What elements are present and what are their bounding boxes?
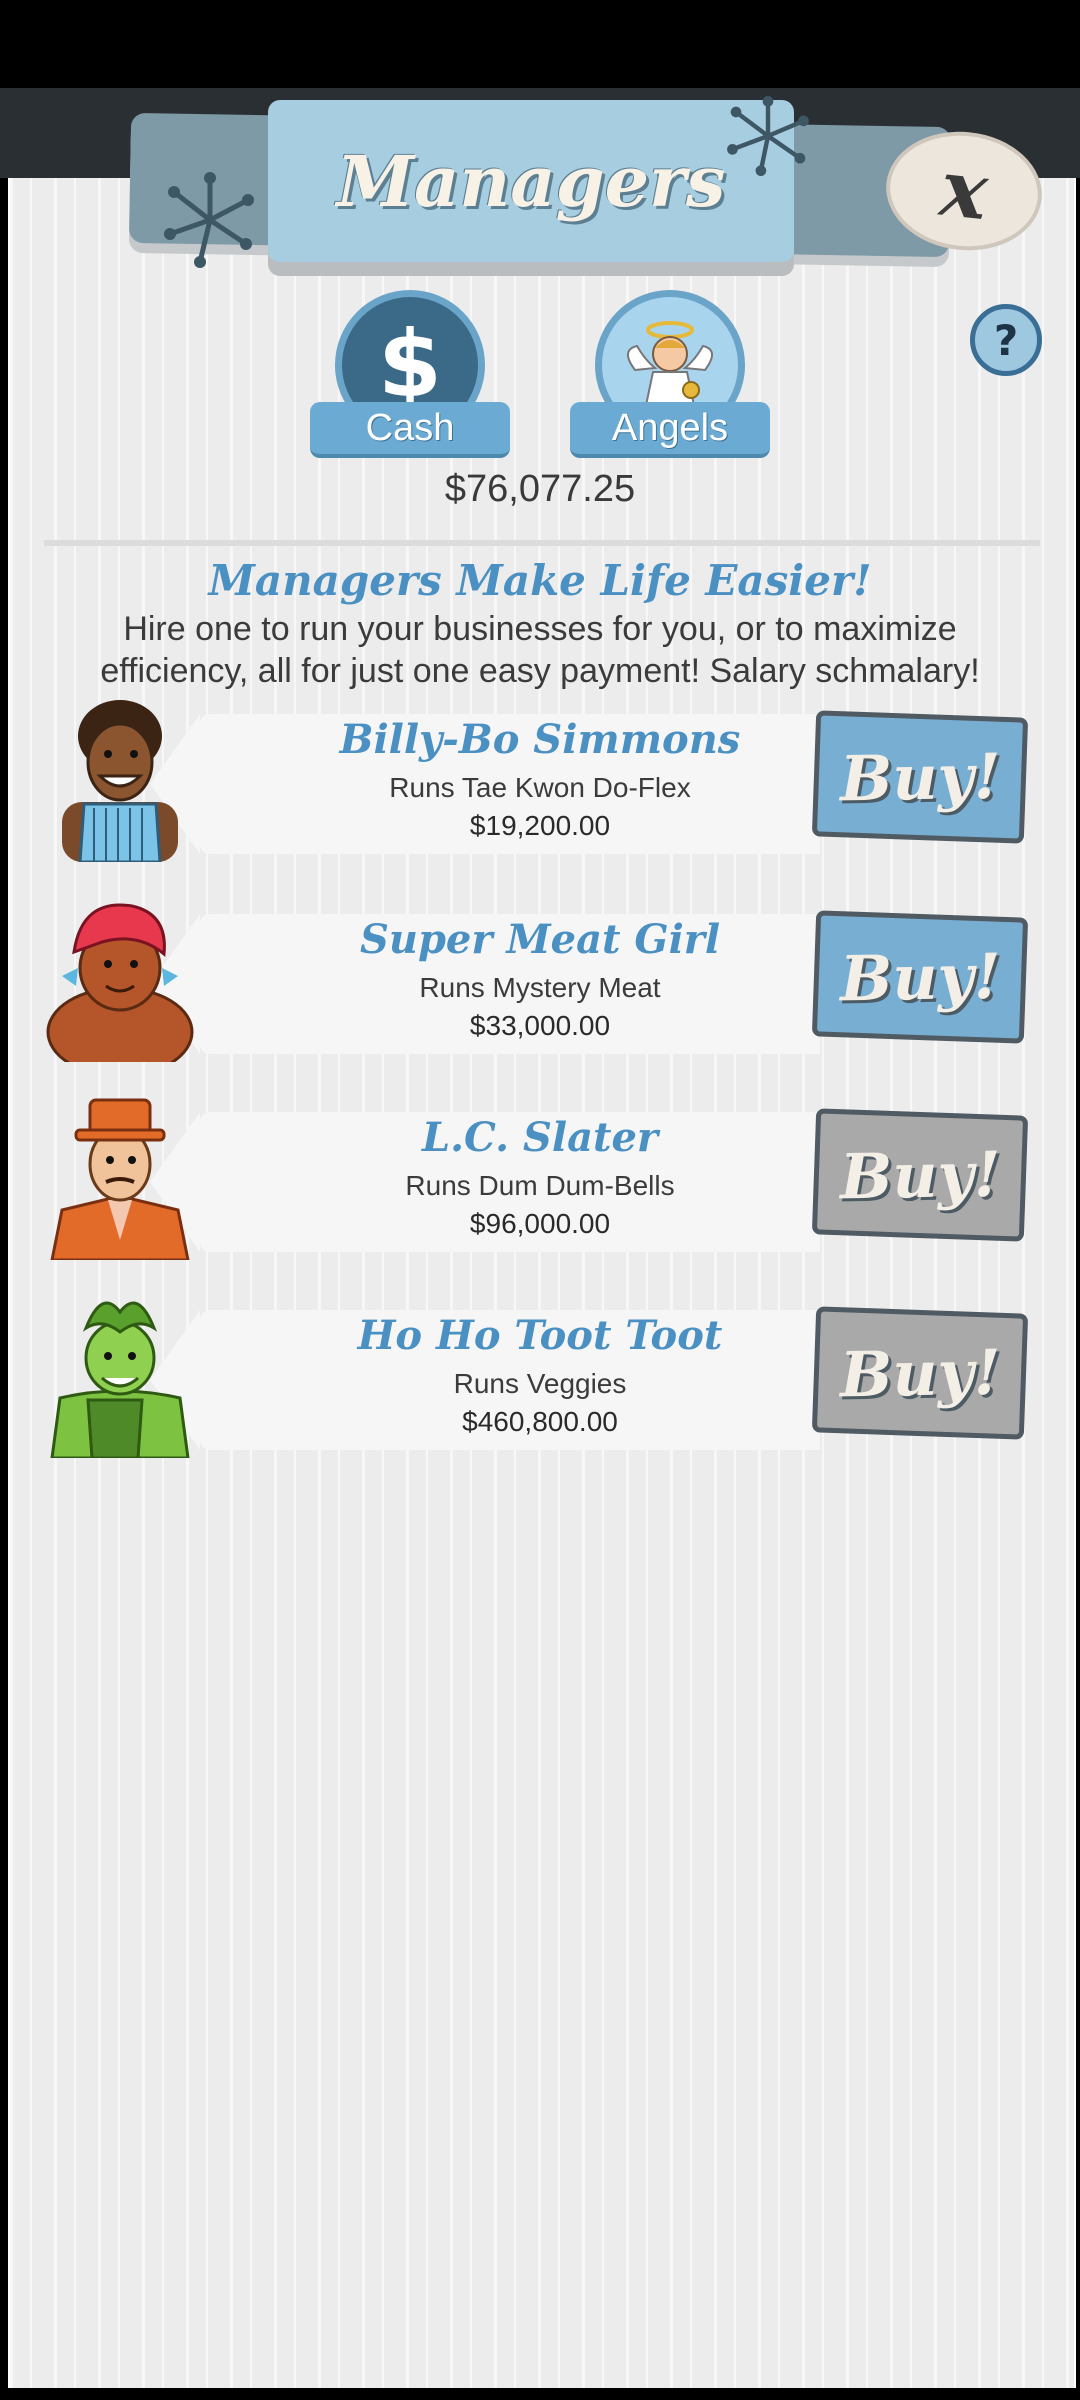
starburst-right-icon — [727, 96, 809, 176]
lc-slater-avatar — [50, 1098, 190, 1260]
buy-button-billy-bo[interactable]: Buy! — [811, 710, 1029, 844]
promo-text: Hire one to run your businesses for you,… — [100, 610, 980, 690]
manager-name: L.C. Slater — [421, 1114, 659, 1161]
manager-row-ho-ho-toot-toot: Ho Ho Toot Toot Runs Veggies $460,800.00… — [0, 1288, 1080, 1488]
cash-amount: $76,077.25 — [444, 468, 636, 510]
manager-row-lc-slater: L.C. Slater Runs Dum Dum-Bells $96,000.0… — [0, 1090, 1080, 1290]
header-title-plate: Managers — [268, 100, 794, 262]
buy-label: Buy! — [839, 739, 1001, 815]
starburst-left-icon — [164, 172, 254, 268]
manager-business: Runs Mystery Meat — [419, 972, 661, 1003]
buy-label: Buy! — [839, 1137, 1001, 1213]
manager-cost: $33,000.00 — [469, 1010, 611, 1041]
help-button[interactable]: ? — [970, 304, 1042, 376]
billy-bo-avatar — [62, 700, 178, 862]
divider — [44, 540, 1040, 546]
buy-label: Buy! — [839, 939, 1001, 1015]
buy-button-lc-slater[interactable]: Buy! — [811, 1108, 1029, 1242]
manager-row-billy-bo: Billy-Bo Simmons Runs Tae Kwon Do-Flex $… — [0, 692, 1080, 892]
super-meat-girl-avatar — [46, 903, 194, 1062]
ho-ho-toot-toot-avatar — [50, 1301, 190, 1458]
manager-cost: $19,200.00 — [469, 810, 611, 841]
tab-angels[interactable]: Angels — [570, 290, 770, 460]
manager-row-super-meat-girl: Super Meat Girl Runs Mystery Meat $33,00… — [0, 892, 1080, 1092]
promo-title: Managers Make Life Easier! — [208, 556, 872, 605]
status-bar — [0, 0, 1080, 88]
manager-name: Super Meat Girl — [359, 916, 721, 963]
tab-cash-label: Cash — [310, 402, 510, 458]
manager-cost: $460,800.00 — [462, 1406, 618, 1437]
buy-button-super-meat-girl[interactable]: Buy! — [811, 910, 1029, 1044]
tab-cash[interactable]: $ Cash — [310, 290, 510, 460]
tab-angels-label: Angels — [570, 402, 770, 458]
manager-business: Runs Veggies — [453, 1368, 627, 1399]
page-title: Managers — [336, 139, 726, 223]
manager-business: Runs Tae Kwon Do-Flex — [389, 772, 691, 803]
close-icon: x — [936, 142, 992, 239]
manager-business: Runs Dum Dum-Bells — [405, 1170, 675, 1201]
manager-cost: $96,000.00 — [469, 1208, 611, 1239]
manager-name: Ho Ho Toot Toot — [357, 1312, 723, 1359]
buy-button-ho-ho-toot-toot[interactable]: Buy! — [811, 1306, 1029, 1440]
manager-name: Billy-Bo Simmons — [339, 716, 741, 763]
buy-label: Buy! — [839, 1335, 1001, 1411]
question-icon: ? — [993, 315, 1019, 365]
